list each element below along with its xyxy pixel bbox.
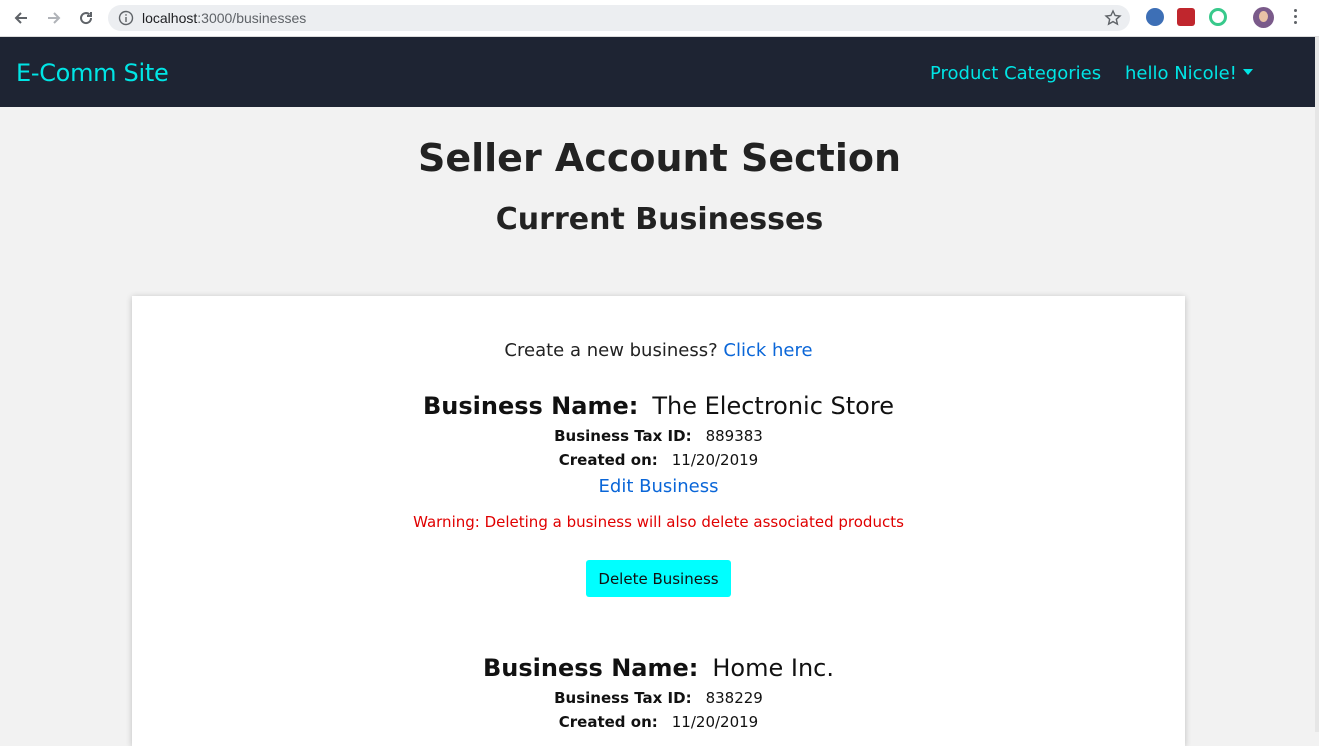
business-created-row: Created on: 11/20/2019 bbox=[132, 713, 1185, 731]
edit-business-row: Edit Business bbox=[132, 476, 1185, 497]
created-value: 11/20/2019 bbox=[671, 713, 759, 731]
delete-business-button[interactable]: Delete Business bbox=[586, 560, 731, 597]
user-menu-toggle[interactable]: hello Nicole! bbox=[1125, 63, 1253, 84]
reload-icon[interactable] bbox=[74, 6, 98, 30]
site-info-icon[interactable] bbox=[118, 10, 134, 26]
business-created-row: Created on: 11/20/2019 bbox=[132, 451, 1185, 469]
business-name-label: Business Name: bbox=[483, 654, 699, 682]
user-greeting: hello Nicole! bbox=[1125, 63, 1237, 84]
business-taxid-row: Business Tax ID: 889383 bbox=[132, 427, 1185, 445]
caret-down-icon bbox=[1242, 69, 1253, 75]
browser-toolbar: localhost:3000/businesses bbox=[0, 0, 1319, 37]
bookmark-star-icon[interactable] bbox=[1104, 9, 1122, 27]
taxid-label: Business Tax ID: bbox=[554, 689, 692, 707]
created-label: Created on: bbox=[558, 713, 658, 731]
profile-avatar[interactable] bbox=[1253, 7, 1274, 28]
business-name-label: Business Name: bbox=[423, 392, 639, 420]
created-value: 11/20/2019 bbox=[671, 451, 759, 469]
created-label: Created on: bbox=[558, 451, 658, 469]
extension-icon-3[interactable] bbox=[1209, 8, 1227, 26]
business-taxid-row: Business Tax ID: 838229 bbox=[132, 689, 1185, 707]
extension-icon-1[interactable] bbox=[1146, 8, 1164, 26]
page-subtitle: Current Businesses bbox=[495, 202, 824, 237]
back-arrow-icon[interactable] bbox=[9, 6, 33, 30]
create-business-line: Create a new business? Click here bbox=[132, 340, 1185, 361]
business-name-row: Business Name: The Electronic Store bbox=[132, 392, 1185, 420]
business-name-value: The Electronic Store bbox=[652, 392, 894, 420]
edit-business-link[interactable]: Edit Business bbox=[599, 476, 719, 497]
address-bar[interactable]: localhost:3000/businesses bbox=[108, 5, 1130, 31]
delete-warning: Warning: Deleting a business will also d… bbox=[413, 513, 904, 531]
site-navbar: E-Comm Site Product Categories hello Nic… bbox=[0, 37, 1319, 107]
taxid-label: Business Tax ID: bbox=[554, 427, 692, 445]
url-text: localhost:3000/businesses bbox=[142, 10, 307, 26]
business-name-row: Business Name: Home Inc. bbox=[132, 654, 1185, 682]
create-prompt: Create a new business? bbox=[504, 340, 718, 361]
nav-product-categories[interactable]: Product Categories bbox=[930, 63, 1101, 84]
brand-link[interactable]: E-Comm Site bbox=[16, 59, 169, 87]
extension-icon-2[interactable] bbox=[1177, 8, 1195, 26]
taxid-value: 838229 bbox=[705, 689, 763, 707]
business-name-value: Home Inc. bbox=[712, 654, 834, 682]
forward-arrow-icon[interactable] bbox=[42, 6, 66, 30]
taxid-value: 889383 bbox=[705, 427, 763, 445]
browser-menu-icon[interactable] bbox=[1290, 9, 1300, 27]
page-title: Seller Account Section bbox=[417, 136, 901, 180]
businesses-card: Create a new business? Click here Busine… bbox=[132, 296, 1185, 746]
create-business-link[interactable]: Click here bbox=[723, 340, 812, 361]
